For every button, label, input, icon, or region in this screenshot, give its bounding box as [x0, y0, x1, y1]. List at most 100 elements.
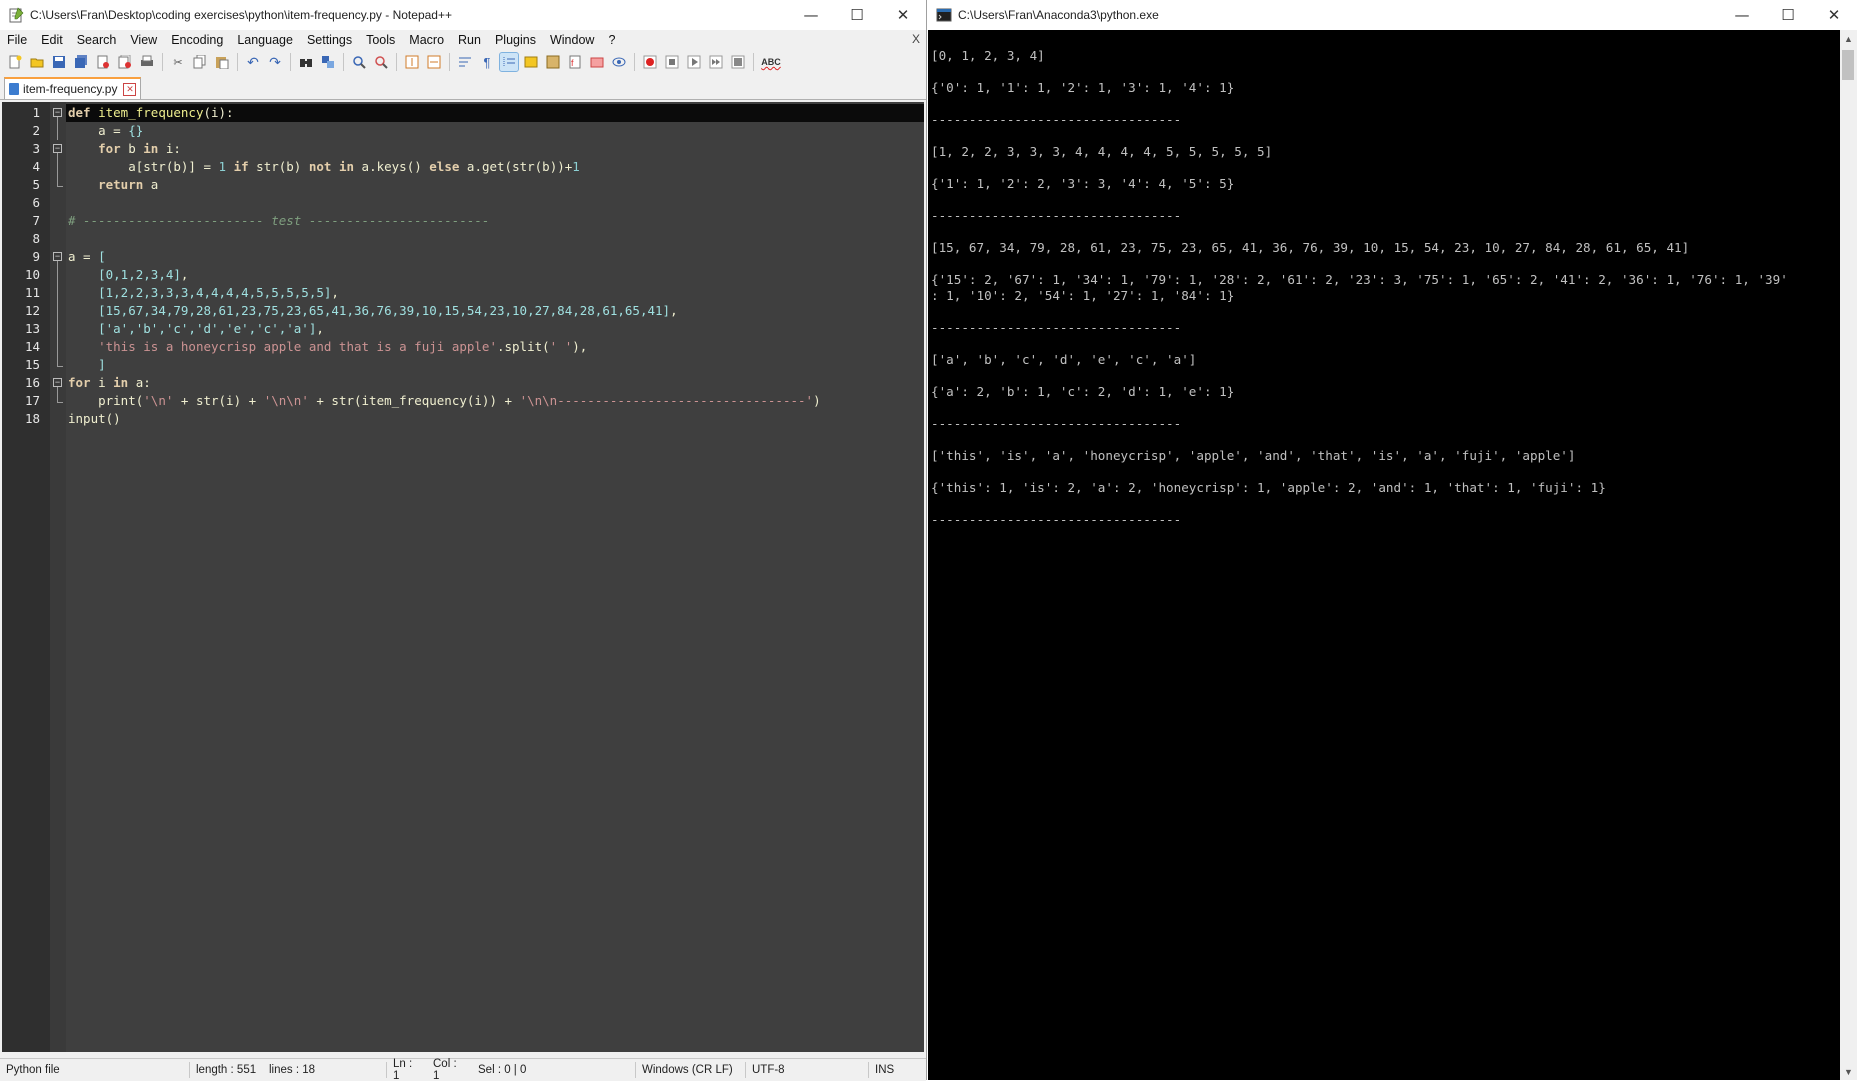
show-all-characters-icon[interactable]: ¶: [478, 53, 496, 71]
code-line[interactable]: ]: [66, 356, 924, 374]
console-output[interactable]: [0, 1, 2, 3, 4] {'0': 1, '1': 1, '2': 1, …: [928, 30, 1838, 1080]
play-macro-icon[interactable]: [685, 53, 703, 71]
code-line[interactable]: [66, 230, 924, 248]
function-list-icon[interactable]: f: [566, 53, 584, 71]
scroll-thumb[interactable]: [1842, 50, 1854, 80]
stop-macro-icon[interactable]: [663, 53, 681, 71]
npp-toolbar: ✂ ↶ ↷ ¶ f ABC: [0, 50, 926, 74]
code-line[interactable]: [66, 194, 924, 212]
run-macro-multiple-icon[interactable]: [707, 53, 725, 71]
menu-encoding[interactable]: Encoding: [164, 33, 230, 47]
scroll-up-icon[interactable]: ▲: [1840, 30, 1857, 47]
code-area[interactable]: def item_frequency(i): a = {} for b in i…: [66, 102, 924, 1052]
fold-toggle-icon[interactable]: −: [50, 248, 66, 266]
code-token: .split(: [496, 339, 550, 354]
open-file-icon[interactable]: [28, 53, 46, 71]
code-editor[interactable]: 1 2 3 4 5 6 7 8 9 10 11 12 13 14 15 16 17 18 − − − − def ite…: [2, 102, 924, 1052]
code-token: + str(i) +: [173, 393, 264, 408]
sync-vertical-scroll-icon[interactable]: [403, 53, 421, 71]
cut-icon[interactable]: ✂: [169, 53, 187, 71]
record-macro-icon[interactable]: [641, 53, 659, 71]
fold-toggle-icon[interactable]: −: [50, 104, 66, 122]
monitoring-icon[interactable]: [610, 53, 628, 71]
code-line[interactable]: 'this is a honeycrisp apple and that is …: [66, 338, 924, 356]
menu-search[interactable]: Search: [70, 33, 124, 47]
document-map-icon[interactable]: [544, 53, 562, 71]
code-token: '\n\n': [263, 393, 309, 408]
indent-guide-icon[interactable]: [499, 52, 519, 72]
npp-titlebar[interactable]: C:\Users\Fran\Desktop\coding exercises\p…: [0, 0, 926, 30]
console-titlebar[interactable]: C:\Users\Fran\Anaconda3\python.exe — ☐ ✕: [928, 0, 1857, 30]
console-window-title: C:\Users\Fran\Anaconda3\python.exe: [958, 8, 1159, 22]
undo-icon[interactable]: ↶: [244, 53, 262, 71]
npp-close-button[interactable]: ✕: [880, 0, 926, 30]
menu-tools[interactable]: Tools: [359, 33, 402, 47]
console-line: : 1, '10': 2, '54': 1, '27': 1, '84': 1}: [931, 288, 1235, 303]
code-line[interactable]: for i in a:: [66, 374, 924, 392]
code-line[interactable]: a = {}: [66, 122, 924, 140]
code-line[interactable]: input(): [66, 410, 924, 428]
menu-window[interactable]: Window: [543, 33, 601, 47]
sync-horizontal-scroll-icon[interactable]: [425, 53, 443, 71]
close-all-icon[interactable]: [116, 53, 134, 71]
code-line[interactable]: [15,67,34,79,28,61,23,75,23,65,41,36,76,…: [66, 302, 924, 320]
spell-check-icon[interactable]: ABC: [760, 53, 782, 71]
scroll-down-icon[interactable]: ▼: [1840, 1063, 1857, 1080]
save-macro-icon[interactable]: [729, 53, 747, 71]
word-wrap-icon[interactable]: [456, 53, 474, 71]
code-line[interactable]: a[str(b)] = 1 if str(b) not in a.keys() …: [66, 158, 924, 176]
menu-help[interactable]: ?: [601, 33, 622, 47]
menu-macro[interactable]: Macro: [402, 33, 451, 47]
menu-run[interactable]: Run: [451, 33, 488, 47]
console-maximize-button[interactable]: ☐: [1765, 0, 1811, 30]
npp-maximize-button[interactable]: ☐: [834, 0, 880, 30]
npp-minimize-button[interactable]: —: [788, 0, 834, 30]
status-encoding: UTF-8: [746, 1062, 869, 1078]
code-line[interactable]: a = [: [66, 248, 924, 266]
code-token: ,: [331, 285, 339, 300]
new-file-icon[interactable]: [6, 53, 24, 71]
save-all-icon[interactable]: [72, 53, 90, 71]
menu-file[interactable]: File: [0, 33, 34, 47]
code-line[interactable]: [1,2,2,3,3,3,4,4,4,4,5,5,5,5,5],: [66, 284, 924, 302]
menu-view[interactable]: View: [123, 33, 164, 47]
line-number: 8: [32, 231, 40, 246]
close-file-icon[interactable]: [94, 53, 112, 71]
menu-edit[interactable]: Edit: [34, 33, 70, 47]
menu-settings[interactable]: Settings: [300, 33, 359, 47]
redo-icon[interactable]: ↷: [266, 53, 284, 71]
copy-icon[interactable]: [191, 53, 209, 71]
find-icon[interactable]: [297, 53, 315, 71]
tab-item-frequency[interactable]: item-frequency.py ✕: [4, 77, 142, 99]
zoom-out-icon[interactable]: [372, 53, 390, 71]
menu-plugins[interactable]: Plugins: [488, 33, 543, 47]
code-line[interactable]: ['a','b','c','d','e','c','a'],: [66, 320, 924, 338]
paste-icon[interactable]: [213, 53, 231, 71]
console-line: [0, 1, 2, 3, 4]: [931, 48, 1045, 63]
console-scrollbar[interactable]: ▲ ▼: [1840, 30, 1857, 1080]
code-line[interactable]: [0,1,2,3,4],: [66, 266, 924, 284]
console-close-button[interactable]: ✕: [1811, 0, 1857, 30]
user-defined-language-icon[interactable]: [522, 53, 540, 71]
folder-as-workspace-icon[interactable]: [588, 53, 606, 71]
fold-toggle-icon[interactable]: −: [50, 140, 66, 158]
save-icon[interactable]: [50, 53, 68, 71]
code-line[interactable]: # ------------------------ test --------…: [66, 212, 924, 230]
toolbar-separator: [343, 53, 344, 71]
fold-margin[interactable]: − − − −: [50, 102, 66, 1052]
zoom-in-icon[interactable]: [350, 53, 368, 71]
fold-marker: [50, 392, 66, 410]
code-line[interactable]: print('\n' + str(i) + '\n\n' + str(item_…: [66, 392, 924, 410]
menu-language[interactable]: Language: [230, 33, 300, 47]
code-line[interactable]: def item_frequency(i):: [66, 104, 924, 122]
console-minimize-button[interactable]: —: [1719, 0, 1765, 30]
print-icon[interactable]: [138, 53, 156, 71]
replace-icon[interactable]: [319, 53, 337, 71]
fold-toggle-icon[interactable]: −: [50, 374, 66, 392]
tab-close-icon[interactable]: ✕: [123, 82, 137, 96]
code-line[interactable]: return a: [66, 176, 924, 194]
close-document-button[interactable]: X: [912, 32, 920, 46]
code-line[interactable]: for b in i:: [66, 140, 924, 158]
